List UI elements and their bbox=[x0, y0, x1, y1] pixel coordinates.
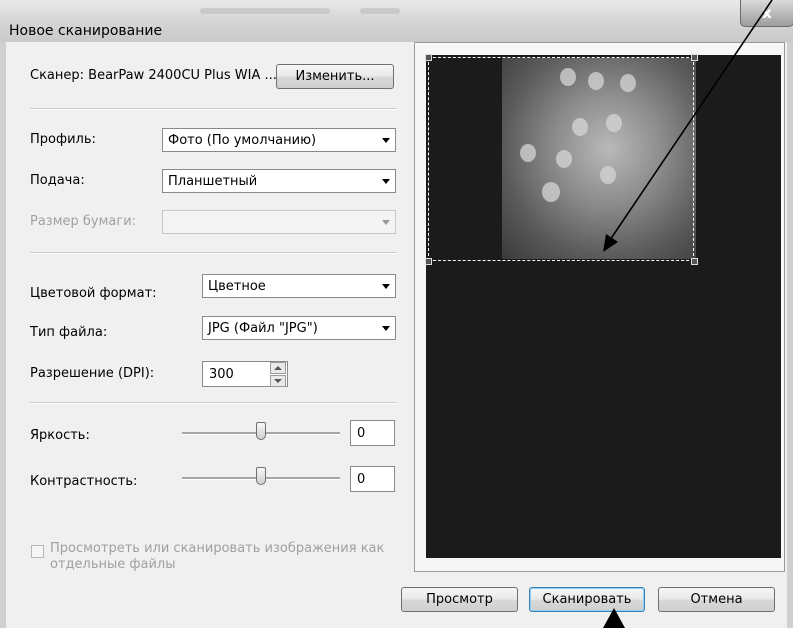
annotation-arrowhead bbox=[603, 608, 625, 628]
annotation-arrowhead bbox=[603, 234, 618, 252]
annotation-arrows bbox=[603, 0, 773, 628]
annotation-arrow-line bbox=[609, 0, 773, 241]
scan-dialog: Новое сканирование x Сканер: BearPaw 240… bbox=[0, 0, 793, 628]
